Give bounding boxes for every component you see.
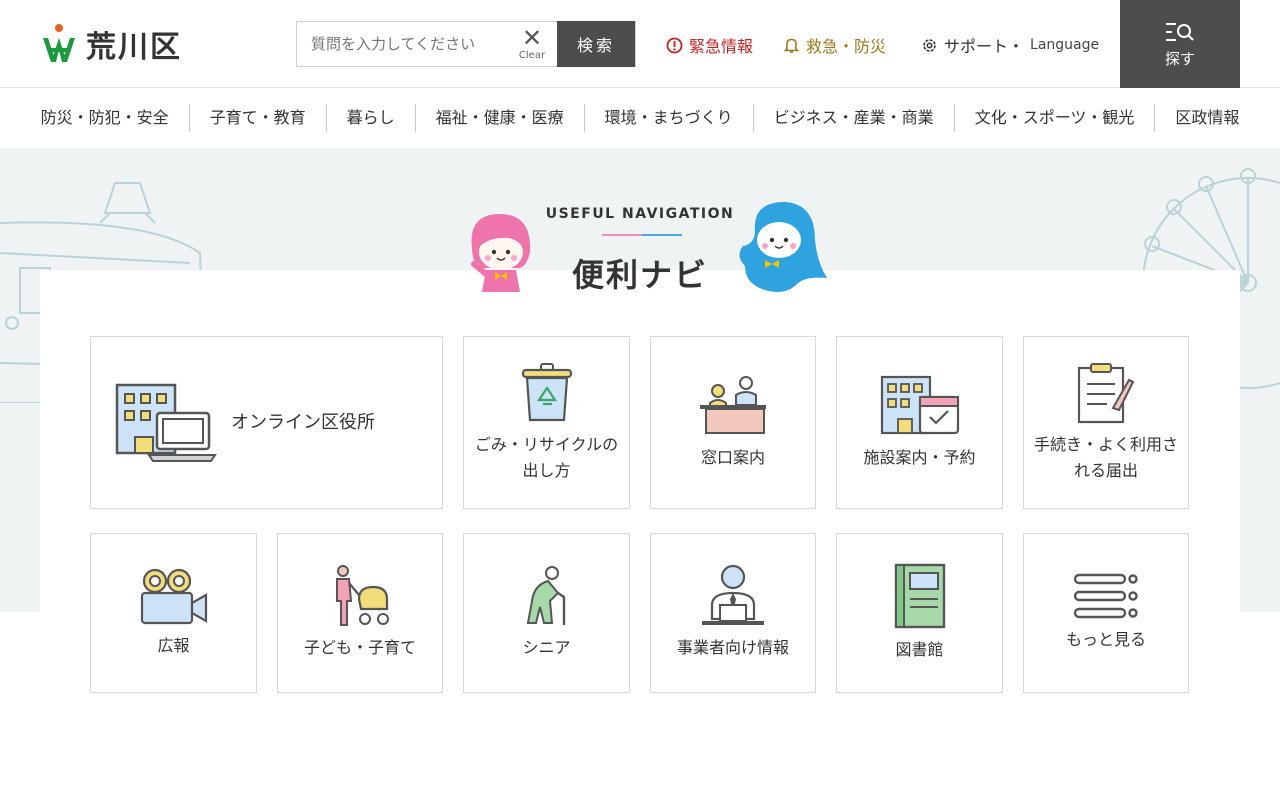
tile-counter-guide[interactable]: 窓口案内 — [650, 336, 816, 509]
tile-procedures[interactable]: 手続き・よく利用される届出 — [1023, 336, 1189, 509]
tile-label: 窓口案内 — [700, 447, 765, 467]
tile-label: 図書館 — [895, 640, 944, 659]
tile-library[interactable]: 図書館 — [836, 533, 1003, 693]
emergency-info-label: 緊急情報 — [689, 37, 754, 56]
site-logo-text: 荒川区 — [86, 30, 182, 65]
tile-online-office[interactable]: オンライン区役所 — [90, 336, 443, 509]
find-label: 探す — [1164, 49, 1195, 68]
alert-circle-icon — [666, 37, 683, 53]
blue-mascot-icon — [739, 202, 827, 292]
gnav-item-business[interactable]: ビジネス・産業・商業 — [752, 104, 954, 132]
gnav-item-government[interactable]: 区政情報 — [1154, 104, 1259, 132]
gnav-item-safety[interactable]: 防災・防犯・安全 — [21, 104, 189, 132]
tile-label: 手続き・よく利用される届出 — [1033, 434, 1178, 480]
business-person-icon — [702, 565, 764, 625]
tile-business-info[interactable]: 事業者向け情報 — [650, 533, 816, 693]
arakawa-logo-icon — [43, 24, 75, 62]
site-header: 荒川区 ✕ Clear 検索 緊急情報 救急・防災 サポート・ Language… — [0, 0, 1280, 88]
clear-label: Clear — [518, 50, 546, 61]
clipboard-icon — [1077, 362, 1135, 423]
tile-label: 子ども・子育て — [303, 638, 416, 657]
book-icon — [894, 563, 945, 629]
tile-children-childcare[interactable]: 子ども・子育て — [277, 533, 443, 693]
tile-public-relations[interactable]: 広報 — [90, 533, 257, 693]
emergency-info-link[interactable]: 緊急情報 — [666, 33, 753, 57]
section-subtitle: USEFUL NAVIGATION — [545, 206, 735, 222]
senior-cane-icon — [526, 566, 565, 625]
search-menu-icon — [1166, 22, 1194, 41]
tile-label: オンライン区役所 — [231, 411, 375, 433]
facility-calendar-icon — [880, 375, 959, 434]
bell-icon — [783, 38, 800, 53]
title-divider — [602, 234, 682, 236]
gnav-item-welfare[interactable]: 福祉・健康・医療 — [414, 104, 584, 132]
counter-icon — [700, 375, 766, 434]
gnav-item-environment[interactable]: 環境・まちづくり — [583, 104, 753, 132]
search-button[interactable]: 検索 — [557, 21, 635, 67]
tile-label: 施設案内・予約 — [863, 447, 976, 467]
support-label: サポート・ — [944, 37, 1025, 56]
gnav-item-living[interactable]: 暮らし — [325, 104, 415, 132]
stroller-icon — [336, 565, 389, 626]
tile-label: ごみ・リサイクルの出し方 — [474, 434, 619, 480]
search-box: ✕ Clear 検索 — [296, 21, 636, 67]
close-icon: ✕ — [521, 24, 543, 52]
video-camera-icon — [140, 568, 207, 625]
language-label[interactable]: Language — [1030, 37, 1099, 53]
pink-mascot-icon — [471, 214, 531, 292]
section-title: 便利ナビ — [571, 256, 708, 294]
clear-button[interactable]: ✕ Clear — [507, 22, 557, 66]
site-logo[interactable]: 荒川区 — [40, 22, 182, 66]
gnav-item-childcare[interactable]: 子育て・教育 — [188, 104, 326, 132]
support-link[interactable]: サポート・ Language — [921, 33, 1099, 57]
tile-seniors[interactable]: シニア — [463, 533, 630, 693]
tile-label: シニア — [522, 638, 571, 657]
gnav-item-culture[interactable]: 文化・スポーツ・観光 — [953, 104, 1155, 132]
search-input[interactable] — [297, 22, 507, 66]
tile-label: 広報 — [157, 636, 190, 655]
global-nav: 防災・防犯・安全 子育て・教育 暮らし 福祉・健康・医療 環境・まちづくり ビジ… — [0, 88, 1280, 148]
tile-garbage-recycling[interactable]: ごみ・リサイクルの出し方 — [463, 336, 630, 509]
list-icon — [1073, 573, 1138, 619]
gear-icon — [923, 38, 936, 52]
tile-facility-reservation[interactable]: 施設案内・予約 — [836, 336, 1003, 509]
disaster-prevention-link[interactable]: 救急・防災 — [783, 33, 886, 57]
find-menu-button[interactable]: 探す — [1120, 0, 1240, 88]
tile-see-more[interactable]: もっと見る — [1023, 533, 1189, 693]
tile-label: 事業者向け情報 — [676, 638, 789, 657]
recycle-bin-icon — [521, 362, 572, 421]
online-office-icon — [115, 383, 217, 462]
disaster-prevention-label: 救急・防災 — [806, 37, 887, 56]
tile-label: もっと見る — [1065, 630, 1146, 649]
